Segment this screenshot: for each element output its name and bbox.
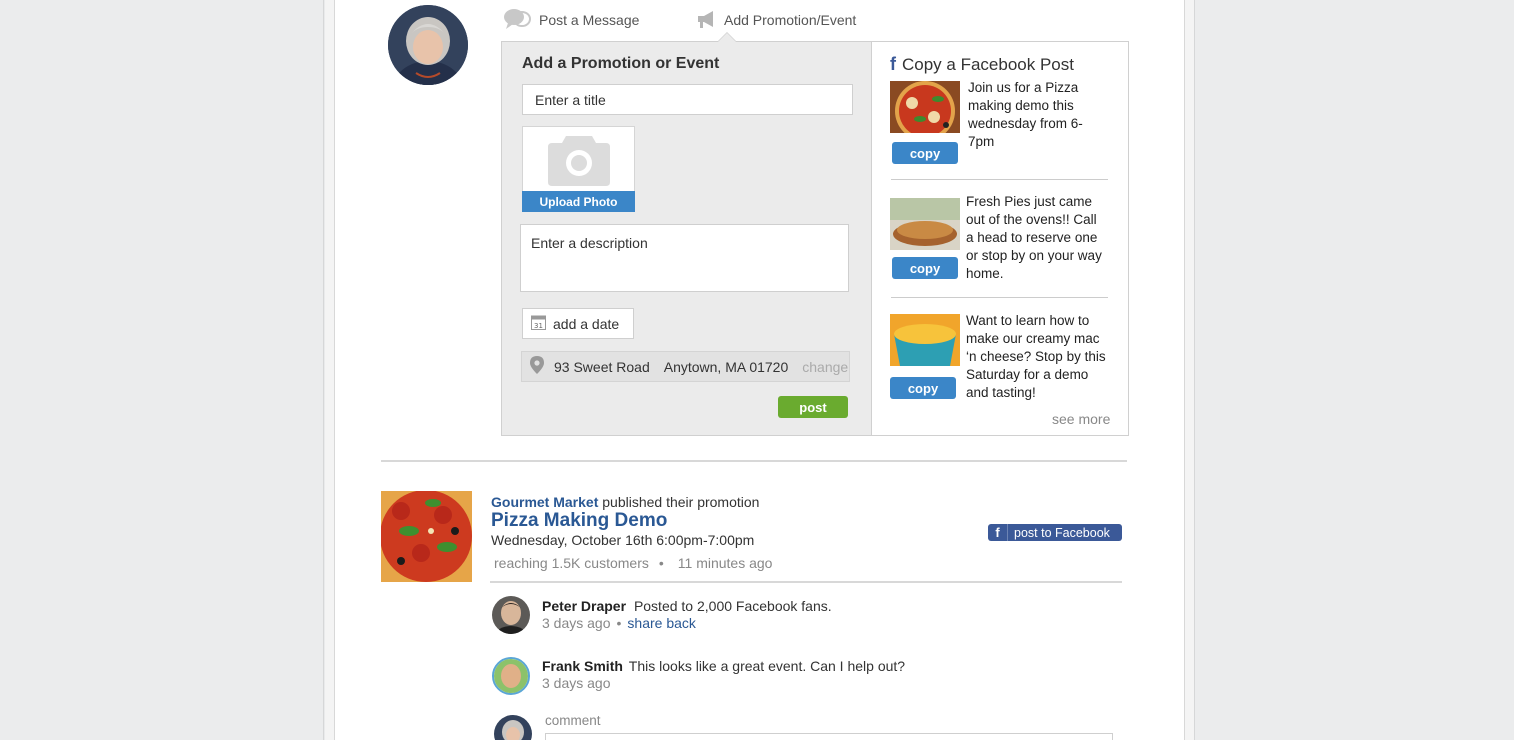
promotion-meta: reaching 1.5K customers • 11 minutes ago — [494, 555, 772, 571]
reach-text: reaching 1.5K customers — [494, 555, 649, 571]
tab-add-promotion[interactable]: Add Promotion/Event — [696, 8, 856, 32]
location-field: 93 Sweet Road Anytown, MA 01720 change — [521, 351, 850, 382]
comment-time: 3 days ago — [542, 615, 611, 631]
avatar — [492, 657, 530, 695]
tab-add-promotion-label: Add Promotion/Event — [724, 12, 857, 28]
right-gutter — [1185, 0, 1194, 740]
facebook-post-text: Join us for a Pizza making demo this wed… — [968, 80, 1083, 149]
facebook-icon: f — [988, 524, 1008, 541]
copy-button[interactable]: copy — [890, 377, 956, 399]
copy-button[interactable]: copy — [892, 142, 958, 164]
promotion-title[interactable]: Pizza Making Demo — [491, 510, 667, 532]
comment-body: Posted to 2,000 Facebook fans. — [633, 598, 832, 614]
bullet: • — [658, 555, 664, 571]
bullet: • — [616, 615, 622, 631]
comment-label: comment — [545, 713, 601, 728]
svg-text:31: 31 — [534, 322, 543, 330]
divider — [891, 179, 1108, 180]
share-back-link[interactable]: share back — [627, 615, 695, 631]
copy-button[interactable]: copy — [892, 257, 958, 279]
facebook-panel-title: Copy a Facebook Post — [902, 54, 1074, 74]
location-change-link[interactable]: change — [802, 359, 848, 375]
location-address: 93 Sweet Road — [554, 358, 650, 375]
map-pin-icon — [530, 356, 544, 377]
date-label: add a date — [553, 315, 620, 332]
facebook-post-text: Fresh Pies just came out of the ovens!! … — [966, 194, 1102, 281]
comment-text: Peter Draper Posted to 2,000 Facebook fa… — [542, 598, 832, 614]
tab-pointer-fill — [718, 33, 736, 42]
title-input[interactable]: Enter a title — [522, 84, 853, 115]
post-button[interactable]: post — [778, 396, 848, 418]
composer-heading: Add a Promotion or Event — [522, 55, 720, 72]
left-margin — [0, 0, 324, 740]
tab-post-message[interactable]: Post a Message — [503, 8, 639, 32]
calendar-icon: 31 — [531, 314, 546, 333]
post-to-facebook-button[interactable]: f post to Facebook — [988, 524, 1122, 541]
comment-body: This looks like a great event. Can I hel… — [628, 658, 906, 674]
timestamp: 11 minutes ago — [677, 555, 773, 571]
megaphone-icon — [696, 9, 716, 32]
published-text: published their promotion — [602, 494, 760, 510]
mac-and-cheese-thumbnail — [890, 314, 960, 366]
tab-post-message-label: Post a Message — [539, 12, 640, 28]
comment-time: 3 days ago — [542, 675, 611, 691]
comment-meta: 3 days ago • share back — [542, 615, 696, 631]
facebook-icon: f — [890, 54, 896, 74]
user-avatar — [388, 5, 468, 85]
feed-divider — [490, 581, 1122, 583]
comment-meta: 3 days ago — [542, 675, 611, 691]
comment-text: Frank Smith This looks like a great even… — [542, 658, 905, 674]
avatar — [492, 596, 530, 634]
commenter-name[interactable]: Peter Draper — [542, 598, 626, 614]
left-gutter — [325, 0, 334, 740]
comment-input[interactable] — [545, 733, 1113, 740]
facebook-panel-heading: f Copy a Facebook Post — [890, 54, 1074, 75]
description-input[interactable]: Enter a description — [520, 224, 849, 292]
promotion-image — [381, 491, 472, 582]
see-more-link[interactable]: see more — [1052, 411, 1110, 427]
promotion-attribution: Gourmet Market published their promotion — [491, 494, 759, 510]
chat-bubbles-icon — [503, 8, 531, 33]
pie-thumbnail — [890, 198, 960, 250]
section-divider — [381, 460, 1127, 462]
upload-photo-button[interactable]: Upload Photo — [522, 191, 635, 212]
commenter-name[interactable]: Frank Smith — [542, 658, 623, 674]
post-to-facebook-label: post to Facebook — [1014, 525, 1110, 540]
camera-icon — [548, 132, 610, 191]
publisher-link[interactable]: Gourmet Market — [491, 494, 598, 510]
pizza-thumbnail — [890, 81, 960, 141]
right-margin — [1194, 0, 1514, 740]
date-picker[interactable]: 31 add a date — [522, 308, 634, 339]
promotion-date: Wednesday, October 16th 6:00pm-7:00pm — [491, 532, 755, 548]
location-city: Anytown, MA 01720 — [663, 358, 789, 375]
divider — [891, 297, 1108, 298]
facebook-post-text: Want to learn how to make our creamy mac… — [966, 313, 1106, 400]
